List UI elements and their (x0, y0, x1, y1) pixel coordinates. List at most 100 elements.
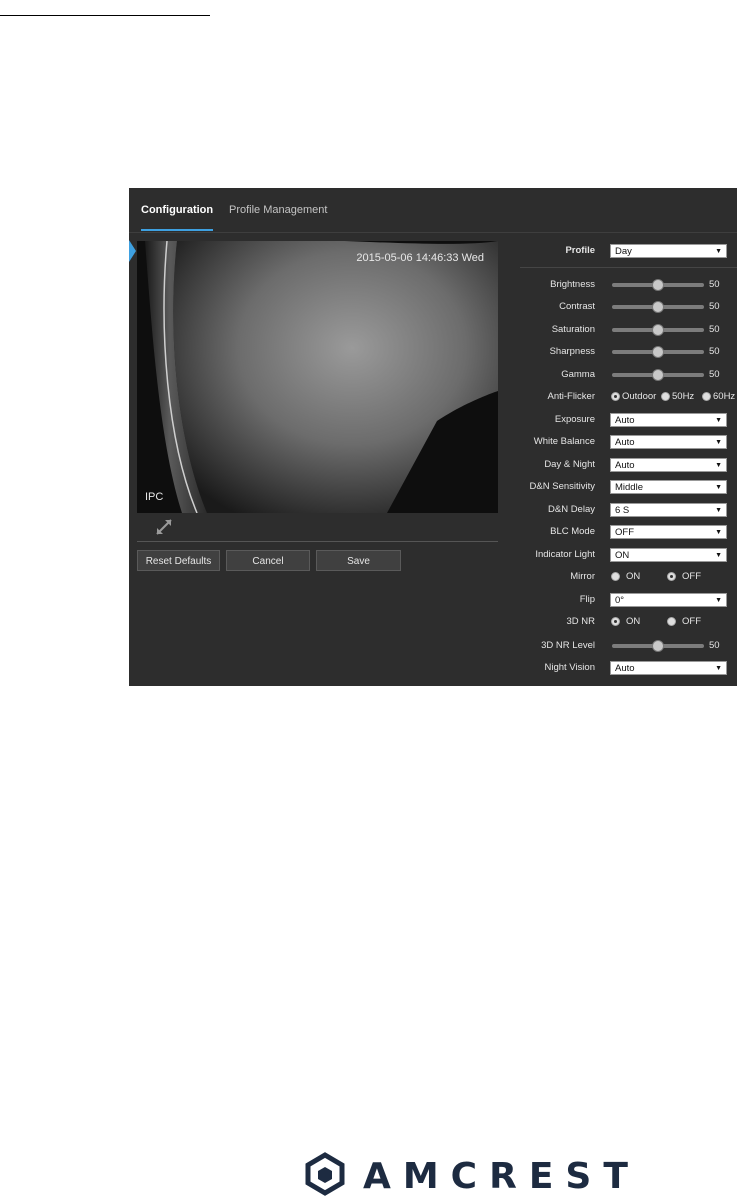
sharpness-slider[interactable] (612, 346, 704, 358)
anti-flicker-label: Anti-Flicker (547, 391, 595, 402)
nr3d-off-label: OFF (682, 616, 701, 627)
cancel-button[interactable]: Cancel (226, 550, 310, 571)
anti-flicker-50hz-label: 50Hz (672, 391, 695, 402)
day-night-label: Day & Night (544, 459, 595, 470)
exposure-label: Exposure (554, 414, 595, 425)
nr3d-label: 3D NR (566, 616, 595, 627)
nr3d-level-slider[interactable] (612, 640, 704, 652)
exposure-value: Auto (615, 415, 635, 426)
dropdown-arrow-icon: ▼ (715, 529, 722, 536)
sharpness-slider-handle[interactable] (652, 346, 664, 358)
dropdown-arrow-icon: ▼ (715, 552, 722, 559)
live-video-preview: 2015-05-06 14:46:33 Wed IPC (137, 241, 498, 513)
mirror-off-radio[interactable] (667, 572, 676, 581)
reset-defaults-button[interactable]: Reset Defaults (137, 550, 220, 571)
mirror-on-label: ON (626, 571, 641, 582)
dropdown-arrow-icon: ▼ (715, 507, 722, 514)
tab-configuration[interactable]: Configuration (141, 204, 213, 216)
saturation-value: 50 (709, 324, 720, 335)
blc-mode-value: OFF (615, 527, 634, 538)
anti-flicker-50hz-radio[interactable] (661, 392, 670, 401)
white-balance-label: White Balance (533, 436, 595, 447)
dropdown-arrow-icon: ▼ (715, 597, 722, 604)
camera-settings-panel: Configuration Profile Management 2015-05… (129, 188, 737, 686)
dn-delay-select[interactable]: 6 S ▼ (610, 503, 727, 517)
dropdown-arrow-icon: ▼ (715, 439, 722, 446)
amcrest-logo: AMCREST (303, 1152, 643, 1197)
indicator-light-label: Indicator Light (535, 549, 595, 560)
saturation-slider-handle[interactable] (652, 324, 664, 336)
sharpness-value: 50 (709, 346, 720, 357)
video-toolbar (137, 513, 498, 542)
contrast-value: 50 (709, 301, 720, 312)
brightness-label: Brightness (550, 279, 595, 290)
dn-sensitivity-select[interactable]: Middle ▼ (610, 480, 727, 494)
gamma-label: Gamma (561, 369, 595, 380)
dropdown-arrow-icon: ▼ (715, 462, 722, 469)
tab-profile-management[interactable]: Profile Management (229, 204, 327, 216)
night-vision-select[interactable]: Auto ▼ (610, 661, 727, 675)
nr3d-on-radio[interactable] (611, 617, 620, 626)
indicator-light-value: ON (615, 550, 630, 561)
dropdown-arrow-icon: ▼ (715, 417, 722, 424)
video-frame-image (137, 241, 498, 513)
indicator-light-select[interactable]: ON ▼ (610, 548, 727, 562)
dropdown-arrow-icon: ▼ (715, 484, 722, 491)
gamma-slider[interactable] (612, 369, 704, 381)
flip-value: 0° (615, 595, 625, 606)
brightness-value: 50 (709, 279, 720, 290)
top-rule (0, 15, 210, 16)
profile-label: Profile (565, 245, 595, 256)
night-vision-label: Night Vision (544, 662, 595, 673)
night-vision-value: Auto (615, 663, 635, 674)
flip-label: Flip (579, 594, 595, 605)
contrast-label: Contrast (559, 301, 595, 312)
nr3d-level-slider-handle[interactable] (652, 640, 664, 652)
day-night-select[interactable]: Auto ▼ (610, 458, 727, 472)
dn-delay-value: 6 S (615, 505, 630, 516)
gamma-value: 50 (709, 369, 720, 380)
save-button[interactable]: Save (316, 550, 401, 571)
dn-sensitivity-value: Middle (615, 482, 643, 493)
dn-sensitivity-label: D&N Sensitivity (529, 481, 595, 492)
brightness-slider[interactable] (612, 279, 704, 291)
profile-divider (520, 267, 737, 268)
video-osd-label: IPC (145, 491, 164, 503)
nr3d-off-radio[interactable] (667, 617, 676, 626)
mirror-label: Mirror (570, 571, 595, 582)
saturation-slider[interactable] (612, 324, 704, 336)
dn-delay-label: D&N Delay (548, 504, 595, 515)
dropdown-arrow-icon: ▼ (715, 248, 722, 255)
side-marker (129, 240, 136, 262)
profile-select[interactable]: Day ▼ (610, 244, 727, 258)
tab-bar: Configuration Profile Management (129, 188, 737, 233)
sharpness-label: Sharpness (549, 346, 595, 357)
dropdown-arrow-icon: ▼ (715, 665, 722, 672)
active-tab-indicator (141, 229, 213, 231)
exposure-select[interactable]: Auto ▼ (610, 413, 727, 427)
saturation-label: Saturation (551, 324, 595, 335)
contrast-slider[interactable] (612, 301, 704, 313)
flip-select[interactable]: 0° ▼ (610, 593, 727, 607)
white-balance-select[interactable]: Auto ▼ (610, 435, 727, 449)
day-night-value: Auto (615, 460, 635, 471)
anti-flicker-outdoor-radio[interactable] (611, 392, 620, 401)
white-balance-value: Auto (615, 437, 635, 448)
nr3d-level-label: 3D NR Level (541, 640, 595, 651)
anti-flicker-60hz-label: 60Hz (713, 391, 736, 402)
nr3d-on-label: ON (626, 616, 641, 627)
nr3d-level-value: 50 (709, 640, 720, 651)
profile-value: Day (615, 246, 632, 257)
anti-flicker-outdoor-label: Outdoor (622, 391, 657, 402)
logo-text: AMCREST (363, 1156, 640, 1197)
mirror-on-radio[interactable] (611, 572, 620, 581)
contrast-slider-handle[interactable] (652, 301, 664, 313)
anti-flicker-60hz-radio[interactable] (702, 392, 711, 401)
brightness-slider-handle[interactable] (652, 279, 664, 291)
blc-mode-label: BLC Mode (550, 526, 595, 537)
mirror-off-label: OFF (682, 571, 701, 582)
amcrest-logo-icon (305, 1152, 345, 1196)
blc-mode-select[interactable]: OFF ▼ (610, 525, 727, 539)
fullscreen-icon[interactable] (155, 518, 173, 536)
gamma-slider-handle[interactable] (652, 369, 664, 381)
